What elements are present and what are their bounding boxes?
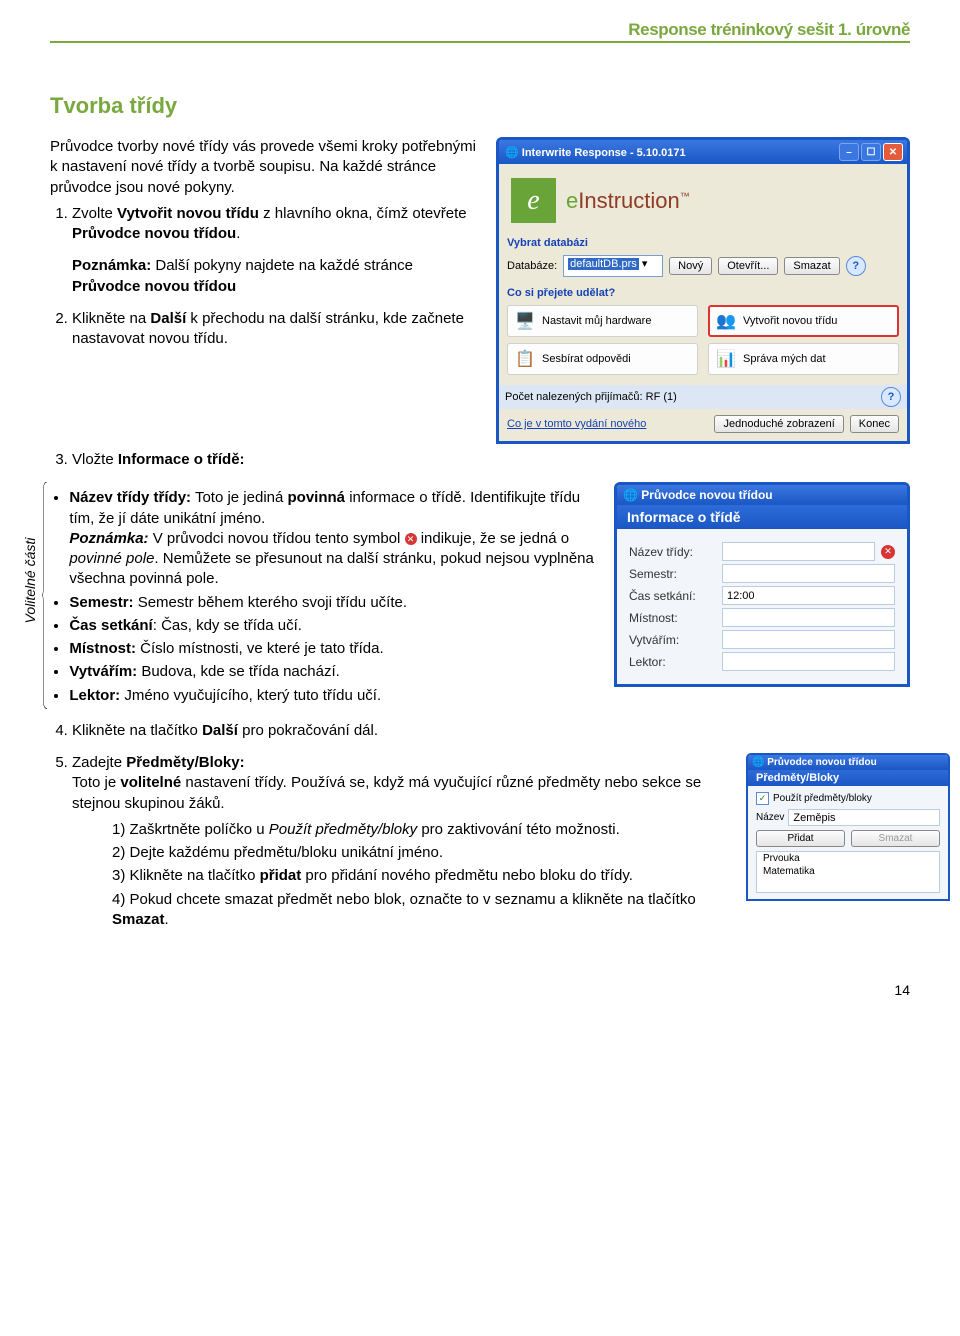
delete-subject-button[interactable]: Smazat	[851, 830, 940, 847]
option-collect[interactable]: 📋Sesbírat odpovědi	[507, 343, 698, 375]
question-label: Co si přejete udělat?	[507, 287, 899, 299]
wizard-title: 🌐 Průvodce novou třídou	[623, 488, 773, 502]
db-field-label: Databáze:	[507, 260, 557, 272]
status-help-icon[interactable]: ?	[881, 387, 901, 407]
use-subjects-checkbox[interactable]: ✓ Použít předměty/bloky	[756, 792, 940, 805]
header-title: Response tréninkový sešit 1. úrovně	[50, 20, 910, 40]
label-subject-name: Název	[756, 812, 784, 823]
logo-row: eInstruction™	[507, 172, 899, 233]
help-icon[interactable]: ?	[846, 256, 866, 276]
list-item[interactable]: Matematika	[757, 865, 939, 878]
screenshot-wizard-subjects: 🌐 Průvodce novou třídou Předměty/Bloky ✓…	[746, 753, 950, 901]
label-semester: Semestr:	[629, 567, 714, 581]
bullet-semester: Semestr: Semestr během kterého svoji tří…	[69, 593, 596, 613]
new-button[interactable]: Nový	[669, 257, 712, 275]
brand-text: eInstruction™	[566, 188, 690, 214]
option-create-class[interactable]: 👥Vytvořit novou třídu	[708, 305, 899, 337]
simple-view-button[interactable]: Jednoduché zobrazení	[714, 415, 843, 433]
input-building[interactable]	[722, 630, 895, 649]
add-button[interactable]: Přidat	[756, 830, 845, 847]
input-semester[interactable]	[722, 564, 895, 583]
titlebar: 🌐 Interwrite Response - 5.10.0171 – ☐ ✕	[499, 140, 907, 164]
required-icon: ✕	[881, 545, 895, 559]
intro-para: Průvodce tvorby nové třídy vás provede v…	[50, 137, 478, 198]
label-room: Místnost:	[629, 611, 714, 625]
wizard3-section: Předměty/Bloky	[748, 770, 948, 786]
bullet-room: Místnost: Číslo místnosti, ve které je t…	[69, 639, 596, 659]
label-time: Čas setkání:	[629, 589, 714, 603]
close-icon[interactable]: ✕	[883, 143, 903, 161]
db-section-label: Vybrat databázi	[507, 237, 899, 249]
minimize-icon[interactable]: –	[839, 143, 859, 161]
screenshot-main-window: 🌐 Interwrite Response - 5.10.0171 – ☐ ✕ …	[496, 137, 910, 444]
bracket-icon	[42, 482, 47, 709]
db-select[interactable]: defaultDB.prs ▾	[563, 255, 663, 277]
window-title: 🌐 Interwrite Response - 5.10.0171	[505, 146, 686, 159]
wizard-section-title: Informace o třídě	[617, 505, 907, 529]
step-4: Klikněte na tlačítko Další pro pokračová…	[72, 721, 910, 741]
input-room[interactable]	[722, 608, 895, 627]
wizard3-titlebar: 🌐 Průvodce novou třídou	[748, 755, 948, 770]
page-number: 14	[50, 982, 910, 998]
wizard-titlebar: 🌐 Průvodce novou třídou	[617, 485, 907, 505]
step-3: Vložte Informace o třídě:	[72, 450, 910, 470]
checkbox-icon: ✓	[756, 792, 769, 805]
screenshot-wizard-info: 🌐 Průvodce novou třídou Informace o tříd…	[614, 482, 910, 687]
label-lecturer: Lektor:	[629, 655, 714, 669]
subjects-list[interactable]: Prvouka Matematika	[756, 851, 940, 893]
list-item[interactable]: Prvouka	[757, 852, 939, 865]
input-lecturer[interactable]	[722, 652, 895, 671]
option-manage-data[interactable]: 📊Správa mých dat	[708, 343, 899, 375]
bullet-lecturer: Lektor: Jméno vyučujícího, který tuto tř…	[69, 686, 596, 706]
end-button[interactable]: Konec	[850, 415, 899, 433]
label-building: Vytvářím:	[629, 633, 714, 647]
bullet-building: Vytvářím: Budova, kde se třída nachází.	[69, 662, 596, 682]
manage-icon: 📊	[715, 348, 737, 370]
hardware-icon: 🖥️	[514, 310, 536, 332]
input-subject-name[interactable]: Zeměpis	[788, 809, 940, 826]
input-time[interactable]: 12:00	[722, 586, 895, 605]
required-icon: ✕	[405, 533, 417, 545]
page-h1: Tvorba třídy	[50, 93, 910, 119]
whats-new-link[interactable]: Co je v tomto vydání nového	[507, 418, 646, 430]
optional-parts-label: Volitelné části	[20, 482, 38, 709]
open-button[interactable]: Otevřít...	[718, 257, 778, 275]
collect-icon: 📋	[514, 348, 536, 370]
step-1: Zvolte Vytvořit novou třídu z hlavního o…	[72, 204, 478, 297]
create-class-icon: 👥	[715, 310, 737, 332]
step-2: Klikněte na Další k přechodu na další st…	[72, 309, 478, 350]
label-class-name: Název třídy:	[629, 545, 714, 559]
input-class-name[interactable]	[722, 542, 875, 561]
bullet-time: Čas setkání: Čas, kdy se třída učí.	[69, 616, 596, 636]
option-hardware[interactable]: 🖥️Nastavit můj hardware	[507, 305, 698, 337]
maximize-icon[interactable]: ☐	[861, 143, 881, 161]
status-bar: Počet nalezených přijímačů: RF (1) ?	[499, 385, 907, 409]
bullet-class-name: Název třídy třídy: Toto je jediná povinn…	[69, 488, 596, 589]
logo-icon	[511, 178, 556, 223]
delete-button[interactable]: Smazat	[784, 257, 839, 275]
